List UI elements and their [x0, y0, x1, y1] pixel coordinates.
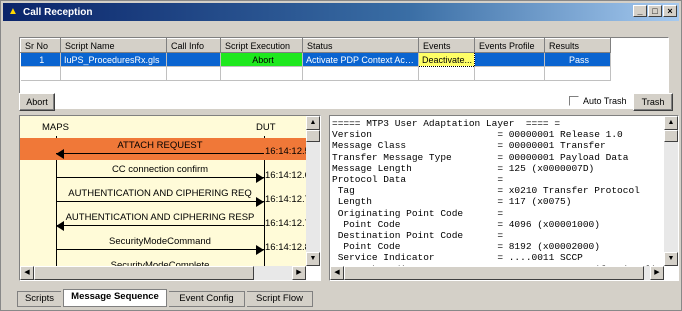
checkbox-icon[interactable]: [569, 96, 579, 106]
left-entity-label: MAPS: [42, 122, 69, 133]
sequence-canvas: MAPS DUT ATTACH REQUEST16:14:12.51CC con…: [20, 116, 306, 266]
cell-sr-no: 1: [20, 52, 61, 67]
cell-events[interactable]: Deactivate...: [418, 52, 475, 67]
cell-script-execution[interactable]: Abort: [220, 52, 303, 67]
message-timestamp: 16:14:12.60: [265, 170, 306, 181]
arrow-right-icon: [256, 197, 264, 207]
sequence-horizontal-scrollbar[interactable]: ◀ ▶: [20, 266, 306, 280]
cell-script-name: IuPS_ProceduresRx.gls: [60, 52, 167, 67]
scroll-thumb[interactable]: [306, 130, 320, 142]
h-scroll-thumb[interactable]: [344, 266, 644, 280]
auto-trash-checkbox[interactable]: Auto Trash: [569, 96, 627, 106]
close-icon[interactable]: ×: [663, 5, 677, 17]
decode-line: Point Code = 4096 (x00001000): [332, 218, 600, 230]
decode-line: Tag = x0210 Transfer Protocol: [332, 185, 640, 197]
tab-script-flow[interactable]: Script Flow: [247, 291, 313, 307]
trash-button[interactable]: Trash: [633, 93, 673, 111]
window-title: Call Reception: [23, 6, 93, 18]
decode-line: Originating Point Code =: [332, 207, 504, 219]
cell-events-profile: [474, 52, 545, 67]
main-panel: Sr No Script Name Call Info Script Execu…: [3, 23, 679, 308]
restore-icon[interactable]: □: [648, 5, 662, 17]
scroll-down-icon[interactable]: ▼: [306, 252, 320, 266]
message-arrow-line: [56, 201, 264, 202]
message-label[interactable]: SecurityModeCommand: [56, 236, 264, 247]
decode-line: Destination Point Code =: [332, 230, 504, 242]
message-timestamp: 16:14:12.87: [265, 242, 306, 253]
message-label[interactable]: CC connection confirm: [56, 164, 264, 175]
arrow-left-icon: [56, 221, 64, 231]
message-arrow-line: [56, 249, 264, 250]
tab-event-config[interactable]: Event Config: [169, 291, 245, 307]
message-arrow-line: [56, 177, 264, 178]
col-header-status[interactable]: Status: [302, 38, 419, 53]
scroll-right-icon[interactable]: ▶: [650, 266, 664, 280]
bottom-tab-bar: Scripts Message Sequence Event Config Sc…: [17, 289, 677, 309]
message-label[interactable]: AUTHENTICATION AND CIPHERING RESP: [56, 212, 264, 223]
right-entity-label: DUT: [256, 122, 276, 133]
decode-line: Length = 117 (x0075): [332, 196, 572, 208]
decode-line: Point Code = 8192 (x00002000): [332, 241, 600, 253]
call-reception-window: ▲ Call Reception _ □ × Sr No Script Name…: [0, 0, 682, 311]
cell-results: Pass: [544, 52, 611, 67]
protocol-decode-pane: ===== MTP3 User Adaptation Layer ==== = V…: [329, 115, 679, 281]
scroll-down-icon[interactable]: ▼: [664, 252, 678, 266]
message-label[interactable]: AUTHENTICATION AND CIPHERING REQ: [56, 188, 264, 199]
cell-status: Activate PDP Context Acce...: [302, 52, 419, 67]
decode-line: Service Indicator = ....0011 SCCP: [332, 252, 583, 264]
tab-scripts[interactable]: Scripts: [17, 291, 61, 307]
decode-line: ===== MTP3 User Adaptation Layer ==== =: [332, 118, 561, 129]
decode-line: Message Class = 00000001 Transfer: [332, 140, 606, 152]
scroll-left-icon[interactable]: ◀: [20, 266, 34, 280]
title-bar[interactable]: ▲ Call Reception _ □ ×: [3, 3, 679, 21]
h-scroll-thumb[interactable]: [34, 266, 254, 280]
message-timestamp: 16:14:12.78: [265, 218, 306, 229]
message-label[interactable]: ATTACH REQUEST: [56, 140, 264, 151]
decode-line: Message Length = 125 (x0000007D): [332, 162, 595, 174]
cell-call-info: [166, 52, 221, 67]
scroll-left-icon[interactable]: ◀: [330, 266, 344, 280]
col-header-script-execution[interactable]: Script Execution: [220, 38, 303, 53]
log-horizontal-scrollbar[interactable]: ◀ ▶: [330, 266, 664, 280]
minimize-icon[interactable]: _: [633, 5, 647, 17]
scroll-up-icon[interactable]: ▲: [306, 116, 320, 130]
col-header-events-profile[interactable]: Events Profile: [474, 38, 545, 53]
message-arrow-line: [56, 225, 264, 226]
col-header-script-name[interactable]: Script Name: [60, 38, 167, 53]
log-vertical-scrollbar[interactable]: ▲ ▼: [664, 116, 678, 266]
table-row[interactable]: 1 IuPS_ProceduresRx.gls Abort Activate P…: [20, 52, 611, 67]
col-header-events[interactable]: Events: [418, 38, 475, 53]
table-row[interactable]: [20, 66, 611, 81]
auto-trash-label: Auto Trash: [583, 96, 627, 106]
col-header-sr-no[interactable]: Sr No: [20, 38, 61, 53]
arrow-right-icon: [256, 173, 264, 183]
decode-line: Transfer Message Type = 00000001 Payload…: [332, 151, 629, 163]
arrow-right-icon: [256, 245, 264, 255]
protocol-decode-text[interactable]: ===== MTP3 User Adaptation Layer ==== = V…: [332, 118, 662, 266]
arrow-left-icon: [56, 149, 64, 159]
app-icon: ▲: [8, 6, 18, 17]
message-sequence-pane: MAPS DUT ATTACH REQUEST16:14:12.51CC con…: [19, 115, 321, 281]
message-timestamp: 16:14:12.51: [265, 146, 306, 157]
scroll-up-icon[interactable]: ▲: [664, 116, 678, 130]
scroll-right-icon[interactable]: ▶: [292, 266, 306, 280]
abort-button[interactable]: Abort: [19, 93, 55, 111]
scroll-thumb[interactable]: [664, 130, 678, 142]
decode-line: Protocol Data =: [332, 174, 504, 186]
sequence-vertical-scrollbar[interactable]: ▲ ▼: [306, 116, 320, 266]
message-arrow-line: [56, 153, 264, 154]
col-header-call-info[interactable]: Call Info: [166, 38, 221, 53]
tab-message-sequence[interactable]: Message Sequence: [63, 289, 167, 307]
message-timestamp: 16:14:12.70: [265, 194, 306, 205]
col-header-results[interactable]: Results: [544, 38, 611, 53]
decode-line: Version = 00000001 Release 1.0: [332, 129, 623, 141]
